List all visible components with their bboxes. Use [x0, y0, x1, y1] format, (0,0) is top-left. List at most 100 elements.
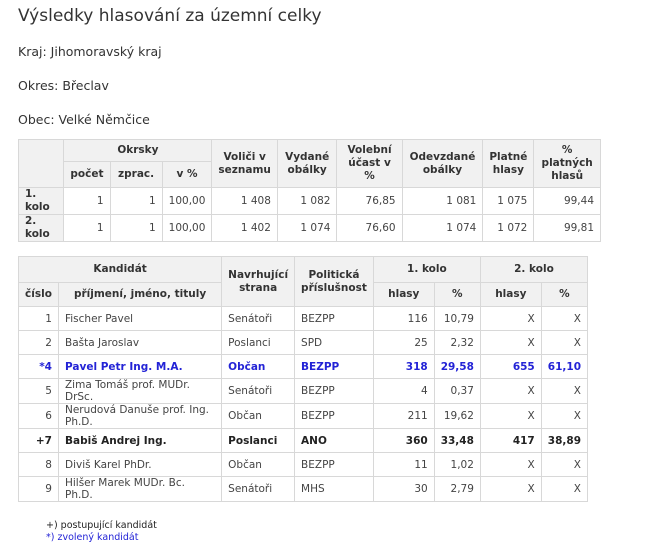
candidate-votes-round1: 4 — [372, 378, 435, 404]
candidate-affiliation: SPD — [294, 330, 374, 355]
summary-cell-pct: 100,00 — [161, 214, 213, 242]
candidates-header-cislo: číslo — [18, 282, 59, 307]
summary-header-zprac: zprac. — [109, 161, 163, 188]
summary-cell-pct-platnych: 99,81 — [533, 214, 601, 242]
candidate-number: 5 — [18, 378, 59, 404]
summary-header-odevzdane: Odevzdané obálky — [401, 139, 484, 188]
summary-header-vydane: Vydané obálky — [276, 139, 338, 188]
candidate-pct-round2: X — [540, 306, 589, 331]
page-title: Výsledky hlasování za územní celky — [18, 6, 322, 26]
summary-cell-pct-platnych: 99,44 — [533, 187, 601, 215]
summary-header-ucast: Volební účast v % — [336, 139, 403, 188]
candidate-votes-round1: 116 — [372, 306, 435, 331]
candidate-party: Senátoři — [221, 306, 296, 331]
candidates-header-kandidat: Kandidát — [17, 256, 223, 283]
summary-header-pocet: počet — [63, 161, 111, 188]
candidate-pct-round1: 29,58 — [433, 354, 481, 379]
candidates-header-pct2: % — [540, 282, 589, 307]
candidate-name: Nerudová Danuše prof. Ing. Ph.D. — [57, 403, 223, 429]
summary-cell-volici: 1 408 — [211, 187, 278, 215]
candidate-row: 6 Nerudová Danuše prof. Ing. Ph.D. Občan BE… — [18, 403, 589, 429]
summary-row-label: 2. kolo — [17, 214, 65, 242]
candidate-pct-round2: X — [540, 330, 589, 355]
candidates-table: Kandidát Navrhující strana Politická pří… — [17, 256, 589, 502]
candidates-header-pct1: % — [433, 282, 481, 307]
candidate-row: 9 Hilšer Marek MUDr. Bc. Ph.D. Senátoři MHS… — [18, 476, 589, 502]
summary-cell-zprac: 1 — [109, 214, 163, 242]
candidate-votes-round1: 211 — [372, 403, 435, 429]
candidate-pct-round2: 38,89 — [540, 428, 589, 453]
candidate-number: 9 — [18, 476, 59, 502]
summary-header-okrsky: Okrsky — [63, 139, 213, 162]
summary-row-label: 1. kolo — [17, 187, 65, 215]
candidate-number: 2 — [18, 330, 59, 355]
note-elected: *) zvolený kandidát — [46, 531, 139, 543]
district-label: Okres: Břeclav — [18, 78, 109, 93]
candidate-affiliation: BEZPP — [294, 306, 374, 331]
candidate-votes-round1: 25 — [372, 330, 435, 355]
candidate-pct-round1: 1,02 — [433, 452, 481, 477]
candidate-name: Pavel Petr Ing. M.A. — [57, 354, 223, 379]
candidate-pct-round2: X — [540, 476, 589, 502]
candidate-votes-round1: 11 — [372, 452, 435, 477]
note-advancing: +) postupující kandidát — [46, 520, 157, 531]
region-label: Kraj: Jihomoravský kraj — [18, 44, 162, 59]
candidate-row: +7 Babiš Andrej Ing. Poslanci ANO 360 33,48 41… — [18, 428, 589, 453]
candidate-votes-round2: X — [479, 330, 542, 355]
summary-table: Okrsky Voliči v seznamu Vydané obálky Vo… — [17, 139, 601, 242]
candidate-votes-round2: 417 — [479, 428, 542, 453]
candidate-name: Fischer Pavel — [57, 306, 223, 331]
candidate-pct-round2: 61,10 — [540, 354, 589, 379]
summary-cell-vydane: 1 082 — [276, 187, 338, 215]
summary-cell-pocet: 1 — [63, 187, 111, 215]
candidate-name: Babiš Andrej Ing. — [57, 428, 223, 453]
summary-header-pct-platnych: % platných hlasů — [533, 139, 601, 188]
candidate-votes-round2: 655 — [479, 354, 542, 379]
candidate-votes-round2: X — [479, 476, 542, 502]
candidate-party: Občan — [221, 354, 296, 379]
summary-header-platne: Platné hlasy — [482, 139, 535, 188]
candidate-name: Zima Tomáš prof. MUDr. DrSc. — [57, 378, 223, 404]
candidate-name: Diviš Karel PhDr. — [57, 452, 223, 477]
summary-cell-pocet: 1 — [63, 214, 111, 242]
summary-cell-pct: 100,00 — [161, 187, 213, 215]
candidate-row: *4 Pavel Petr Ing. M.A. Občan BEZPP 318 29,58… — [18, 354, 589, 379]
candidate-party: Poslanci — [221, 330, 296, 355]
candidates-header-navrhujici: Navrhující strana — [221, 256, 296, 307]
summary-cell-vydane: 1 074 — [276, 214, 338, 242]
candidate-row: 8 Diviš Karel PhDr. Občan BEZPP 11 1,02 X X — [18, 452, 589, 477]
candidate-row: 1 Fischer Pavel Senátoři BEZPP 116 10,79 X X — [18, 306, 589, 331]
candidates-header-politicka: Politická příslušnost — [294, 256, 374, 307]
summary-header-volici: Voliči v seznamu — [211, 139, 278, 188]
candidate-votes-round2: X — [479, 306, 542, 331]
candidate-affiliation: BEZPP — [294, 378, 374, 404]
summary-header-pct: v % — [161, 161, 213, 188]
candidates-header-jmeno: příjmení, jméno, tituly — [57, 282, 223, 307]
summary-cell-platne: 1 075 — [482, 187, 535, 215]
candidate-pct-round2: X — [540, 378, 589, 404]
candidate-row: 2 Bašta Jaroslav Poslanci SPD 25 2,32 X X — [18, 330, 589, 355]
summary-cell-odevzdane: 1 074 — [401, 214, 484, 242]
candidate-party: Poslanci — [221, 428, 296, 453]
candidate-affiliation: BEZPP — [294, 452, 374, 477]
summary-cell-ucast: 76,60 — [336, 214, 403, 242]
candidate-row: 5 Zima Tomáš prof. MUDr. DrSc. Senátoři BEZ… — [18, 378, 589, 404]
candidate-name: Hilšer Marek MUDr. Bc. Ph.D. — [57, 476, 223, 502]
candidate-affiliation: BEZPP — [294, 354, 374, 379]
candidate-number: 8 — [18, 452, 59, 477]
summary-cell-zprac: 1 — [109, 187, 163, 215]
candidate-pct-round1: 2,79 — [433, 476, 481, 502]
candidate-pct-round1: 2,32 — [433, 330, 481, 355]
candidate-pct-round1: 0,37 — [433, 378, 481, 404]
candidate-votes-round2: X — [479, 378, 542, 404]
candidate-number: +7 — [18, 428, 59, 453]
candidate-party: Senátoři — [221, 476, 296, 502]
candidate-pct-round2: X — [540, 452, 589, 477]
candidate-pct-round1: 33,48 — [433, 428, 481, 453]
legend-notes: +) postupující kandidát *) zvolený kandi… — [46, 520, 157, 543]
candidate-affiliation: MHS — [294, 476, 374, 502]
summary-cell-platne: 1 072 — [482, 214, 535, 242]
candidate-votes-round1: 360 — [372, 428, 435, 453]
summary-cell-volici: 1 402 — [211, 214, 278, 242]
candidate-votes-round2: X — [479, 403, 542, 429]
